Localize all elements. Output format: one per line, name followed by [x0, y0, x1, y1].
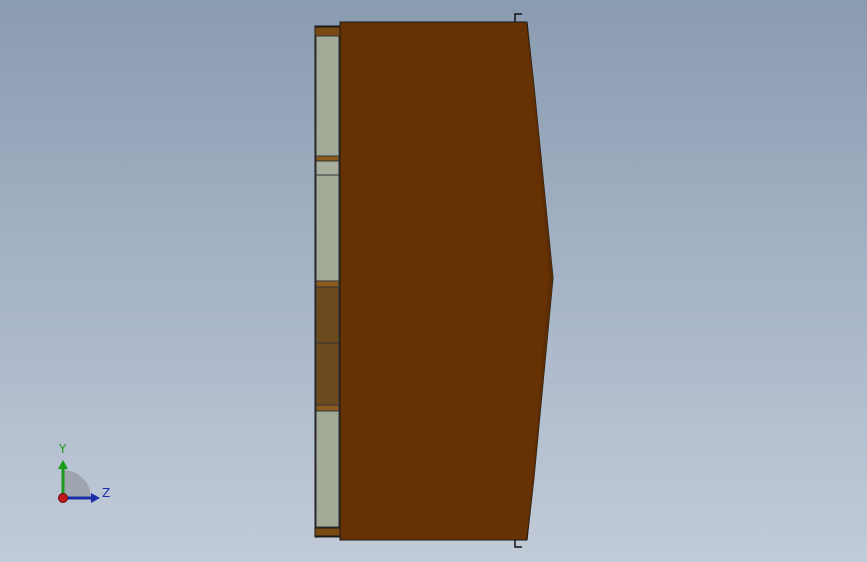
y-axis-arrow — [58, 460, 68, 469]
panel-light-4 — [315, 410, 340, 528]
panel-divider-3 — [315, 404, 340, 412]
triad-origin — [58, 493, 68, 503]
z-axis-arrow — [91, 493, 100, 503]
bracket-top — [514, 13, 522, 22]
panel-light-1 — [315, 35, 340, 157]
panel-light-3 — [315, 174, 340, 282]
panel-dark-1 — [315, 286, 340, 344]
triad-quarter-disc — [63, 470, 91, 498]
panel-divider-1 — [315, 155, 340, 162]
panel-light-2 — [315, 160, 340, 176]
z-axis-label: Z — [102, 486, 111, 500]
main-body — [339, 13, 554, 548]
strip-cap-bottom — [314, 527, 341, 537]
model-view[interactable] — [0, 0, 867, 562]
y-axis-label: Y — [59, 442, 67, 456]
strip-cap-top — [314, 26, 341, 37]
reference-triad: Y Z — [50, 440, 120, 510]
graphics-viewport[interactable]: Y Z — [0, 0, 867, 562]
side-panel-strip — [314, 25, 341, 538]
body-face — [339, 21, 553, 541]
panel-dark-2 — [315, 342, 340, 406]
panel-divider-2 — [315, 280, 340, 288]
bracket-bottom — [514, 540, 522, 548]
